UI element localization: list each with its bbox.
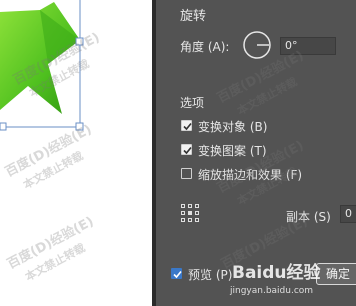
baidu-jingyan-logo: Baidu经验 <box>232 263 321 283</box>
artboard-canvas: 百度(D)经验(E) 本文禁止转载 百度(D)经验(E) 本文禁止转载 百度(D… <box>0 0 152 306</box>
copy-count-input[interactable]: 0 <box>340 205 356 223</box>
green-star-shape[interactable] <box>0 2 80 114</box>
copy-label: 副本 (S) <box>286 210 331 224</box>
angle-label: 角度 (A): <box>180 40 230 54</box>
transform-patterns-label: 变换图案 (T) <box>198 144 267 158</box>
scale-strokes-checkbox[interactable] <box>181 168 192 179</box>
reference-point-grid-icon[interactable] <box>180 203 200 223</box>
angle-input[interactable]: 0° <box>280 37 336 55</box>
selection-handle-right[interactable] <box>75 37 84 46</box>
selection-handle-bottom-right[interactable] <box>75 122 84 131</box>
preview-checkbox[interactable] <box>171 268 182 279</box>
watermark-url: jingyan.baidu.com <box>230 286 314 296</box>
transform-objects-label: 变换对象 (B) <box>198 120 268 134</box>
selection-handle-bottom-left[interactable] <box>0 122 7 131</box>
angle-dial-icon[interactable] <box>242 30 272 60</box>
ok-button[interactable]: 确定 <box>316 263 356 285</box>
canvas-drawing <box>0 0 84 131</box>
transform-objects-checkbox[interactable] <box>181 120 192 131</box>
rotate-dialog-screenshot: 百度(D)经验(E) 本文禁止转载 百度(D)经验(E) 本文禁止转载 百度(D… <box>0 0 356 306</box>
options-section-title: 选项 <box>180 96 205 110</box>
checkmark-icon <box>183 146 192 155</box>
transform-patterns-checkbox[interactable] <box>181 144 192 155</box>
watermark-text: 本文禁止转载 <box>235 75 300 118</box>
rotate-section-title: 旋转 <box>180 9 207 24</box>
checkmark-icon <box>173 270 182 279</box>
checkmark-icon <box>183 122 192 131</box>
scale-strokes-label: 缩放描边和效果 (F) <box>198 168 303 182</box>
preview-label: 预览 (P) <box>188 268 233 282</box>
rotate-dialog-panel: 旋转 角度 (A): 0° 选项 变换对象 (B) 变换图案 (T) 缩放描边和… <box>156 0 356 306</box>
